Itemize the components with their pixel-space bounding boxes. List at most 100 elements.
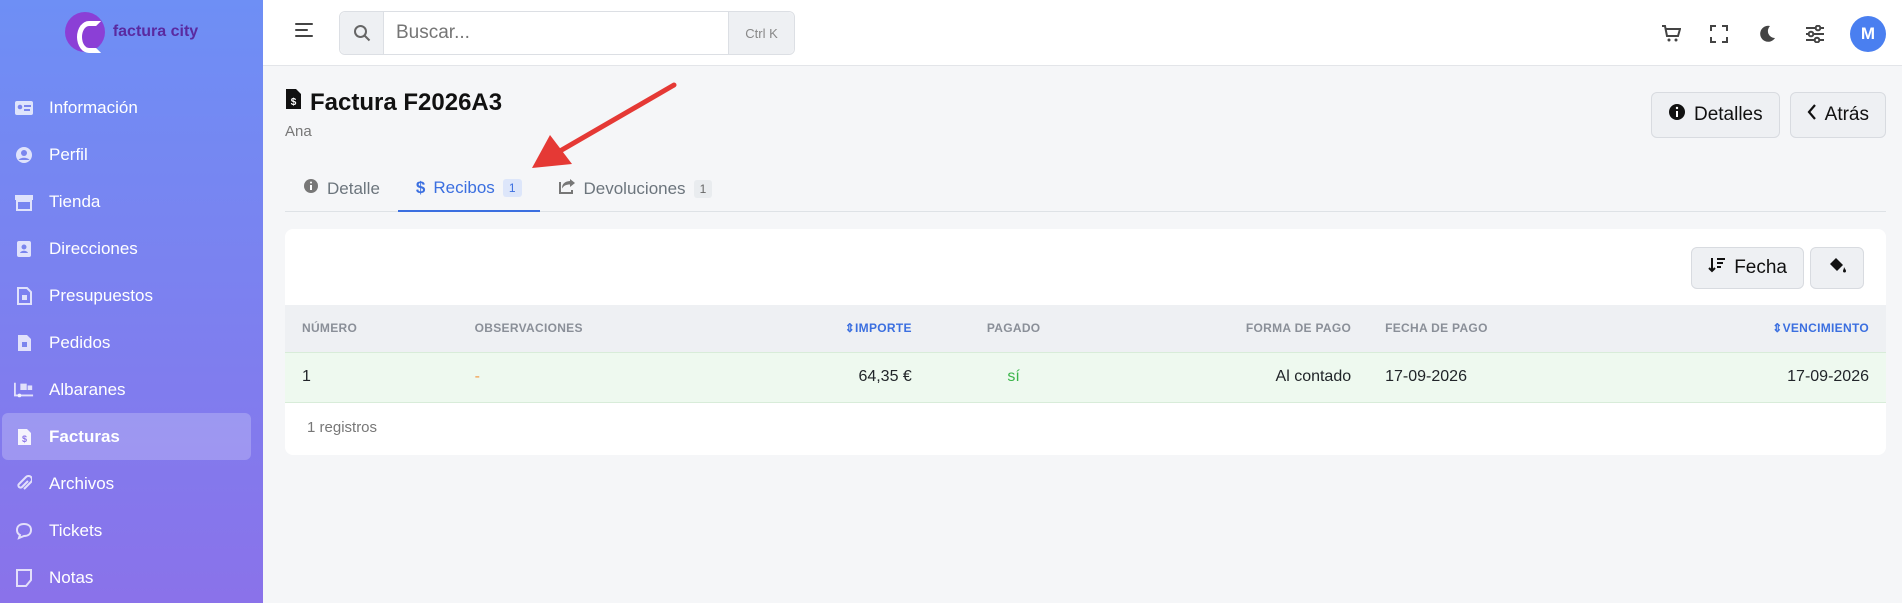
table-header-row: Número Observaciones ⇕Importe Pagado For… bbox=[285, 305, 1886, 352]
moon-icon[interactable] bbox=[1754, 21, 1780, 47]
sidebar-item-label: Archivos bbox=[49, 473, 115, 493]
user-circle-icon bbox=[14, 146, 34, 164]
tab-badge: 1 bbox=[502, 178, 522, 197]
cell-pagado: sí bbox=[928, 351, 1099, 403]
header-actions: Detalles Atrás bbox=[1650, 92, 1886, 138]
sidebar-item-label: Presupuestos bbox=[49, 285, 153, 305]
hamburger-menu-icon[interactable] bbox=[295, 23, 313, 41]
annotation-arrow bbox=[532, 82, 677, 168]
col-observaciones[interactable]: Observaciones bbox=[457, 305, 733, 352]
cell-numero: 1 bbox=[285, 351, 458, 403]
svg-text:$: $ bbox=[291, 97, 297, 108]
cell-fecha-pago: 17-09-2026 bbox=[1368, 351, 1633, 403]
col-vencimiento[interactable]: ⇕Vencimiento bbox=[1632, 305, 1886, 352]
col-importe-label: Importe bbox=[855, 321, 912, 336]
col-numero[interactable]: Número bbox=[285, 305, 458, 352]
sidebar-item-direcciones[interactable]: Direcciones bbox=[0, 225, 263, 272]
col-forma-pago[interactable]: Forma de pago bbox=[1098, 305, 1369, 352]
tab-label: Devoluciones bbox=[583, 178, 686, 198]
sidebar: factura city Información Perfil Tienda D… bbox=[0, 0, 263, 603]
sidebar-item-albaranes[interactable]: Albaranes bbox=[0, 366, 263, 413]
tab-label: Recibos bbox=[433, 177, 495, 197]
sidebar-item-notas[interactable]: Notas bbox=[0, 554, 263, 601]
sidebar-item-facturas[interactable]: $ Facturas bbox=[2, 413, 251, 460]
page-title-text: Factura F2026A3 bbox=[310, 88, 503, 116]
share-square-icon bbox=[558, 178, 576, 199]
truck-loading-icon bbox=[14, 381, 34, 399]
search-input[interactable] bbox=[384, 12, 728, 54]
user-avatar[interactable]: M bbox=[1850, 16, 1886, 52]
details-button[interactable]: Detalles bbox=[1650, 92, 1780, 138]
tabs: Detalle $ Recibos 1 Devoluciones 1 bbox=[285, 165, 1886, 212]
sort-icon: ⇕ bbox=[844, 321, 856, 336]
card-tools: Fecha bbox=[1691, 247, 1864, 289]
table-row[interactable]: 1 - 64,35 € sí Al contado 17-09-2026 17-… bbox=[285, 351, 1886, 403]
address-book-icon bbox=[14, 240, 34, 258]
sidebar-item-pedidos[interactable]: Pedidos bbox=[0, 319, 263, 366]
tab-label: Detalle bbox=[327, 178, 380, 198]
chevron-left-icon bbox=[1807, 103, 1817, 127]
sidebar-item-label: Perfil bbox=[49, 144, 88, 164]
sidebar-item-label: Pedidos bbox=[49, 332, 111, 352]
tab-devoluciones[interactable]: Devoluciones 1 bbox=[540, 165, 731, 212]
info-circle-icon bbox=[303, 178, 319, 199]
search-shortcut: Ctrl K bbox=[728, 12, 794, 54]
cell-observaciones: - bbox=[457, 351, 733, 403]
sidebar-item-label: Tickets bbox=[49, 520, 103, 540]
tab-badge: 1 bbox=[693, 179, 713, 198]
dollar-icon: $ bbox=[415, 177, 426, 197]
svg-text:$: $ bbox=[21, 434, 26, 444]
sidebar-item-label: Facturas bbox=[49, 426, 120, 446]
store-icon bbox=[14, 193, 34, 211]
page-subtitle: Ana bbox=[285, 123, 312, 140]
receipts-table: Número Observaciones ⇕Importe Pagado For… bbox=[285, 305, 1886, 403]
file-icon bbox=[14, 286, 34, 305]
sort-button[interactable]: Fecha bbox=[1691, 247, 1804, 289]
paperclip-icon bbox=[14, 474, 34, 493]
col-fecha-pago[interactable]: Fecha de pago bbox=[1368, 305, 1633, 352]
col-pagado[interactable]: Pagado bbox=[928, 305, 1099, 352]
sort-icon: ⇕ bbox=[1772, 321, 1783, 336]
file-invoice-icon: $ bbox=[14, 428, 34, 446]
topbar: Ctrl K M bbox=[263, 0, 1902, 66]
sidebar-item-label: Información bbox=[49, 97, 138, 117]
brand[interactable]: factura city bbox=[0, 0, 263, 63]
top-icons: M bbox=[1658, 16, 1886, 52]
sidebar-item-presupuestos[interactable]: Presupuestos bbox=[0, 272, 263, 319]
sidebar-item-label: Direcciones bbox=[49, 238, 138, 258]
sidebar-item-tienda[interactable]: Tienda bbox=[0, 178, 263, 225]
page-title: $ Factura F2026A3 bbox=[285, 88, 502, 117]
col-vencimiento-label: Vencimiento bbox=[1782, 321, 1869, 336]
sidebar-item-informacion[interactable]: Información bbox=[0, 84, 263, 131]
sidebar-item-tickets[interactable]: Tickets bbox=[0, 507, 263, 554]
fullscreen-icon[interactable] bbox=[1706, 21, 1732, 47]
sliders-icon[interactable] bbox=[1802, 21, 1828, 47]
search-icon[interactable] bbox=[340, 12, 384, 54]
receipts-card: Fecha Número Observaciones ⇕Importe Paga… bbox=[285, 229, 1886, 455]
sort-amount-down-icon bbox=[1708, 257, 1726, 279]
info-circle-icon bbox=[1668, 103, 1686, 127]
fill-drip-icon bbox=[1827, 256, 1847, 280]
cell-forma-pago: Al contado bbox=[1098, 351, 1369, 403]
sidebar-item-perfil[interactable]: Perfil bbox=[0, 131, 263, 178]
search-box: Ctrl K bbox=[339, 11, 795, 55]
sidebar-item-label: Tienda bbox=[49, 191, 101, 211]
fill-color-button[interactable] bbox=[1810, 247, 1864, 289]
brand-name: factura city bbox=[112, 22, 199, 40]
col-importe[interactable]: ⇕Importe bbox=[732, 305, 929, 352]
cell-vencimiento: 17-09-2026 bbox=[1632, 351, 1886, 403]
sidebar-item-label: Notas bbox=[49, 567, 94, 587]
sidebar-item-label: Albaranes bbox=[49, 379, 126, 399]
records-count: 1 registros bbox=[307, 419, 378, 436]
comment-icon bbox=[14, 522, 34, 540]
tab-detalle[interactable]: Detalle bbox=[285, 165, 398, 212]
sidebar-item-archivos[interactable]: Archivos bbox=[0, 460, 263, 507]
file-invoice-dollar-icon: $ bbox=[285, 88, 302, 117]
file-icon bbox=[14, 334, 34, 352]
brand-logo bbox=[64, 11, 105, 53]
sort-button-label: Fecha bbox=[1734, 257, 1787, 278]
back-button[interactable]: Atrás bbox=[1789, 92, 1886, 138]
details-button-label: Detalles bbox=[1693, 104, 1763, 125]
cart-icon[interactable] bbox=[1658, 21, 1684, 47]
tab-recibos[interactable]: $ Recibos 1 bbox=[397, 165, 540, 212]
